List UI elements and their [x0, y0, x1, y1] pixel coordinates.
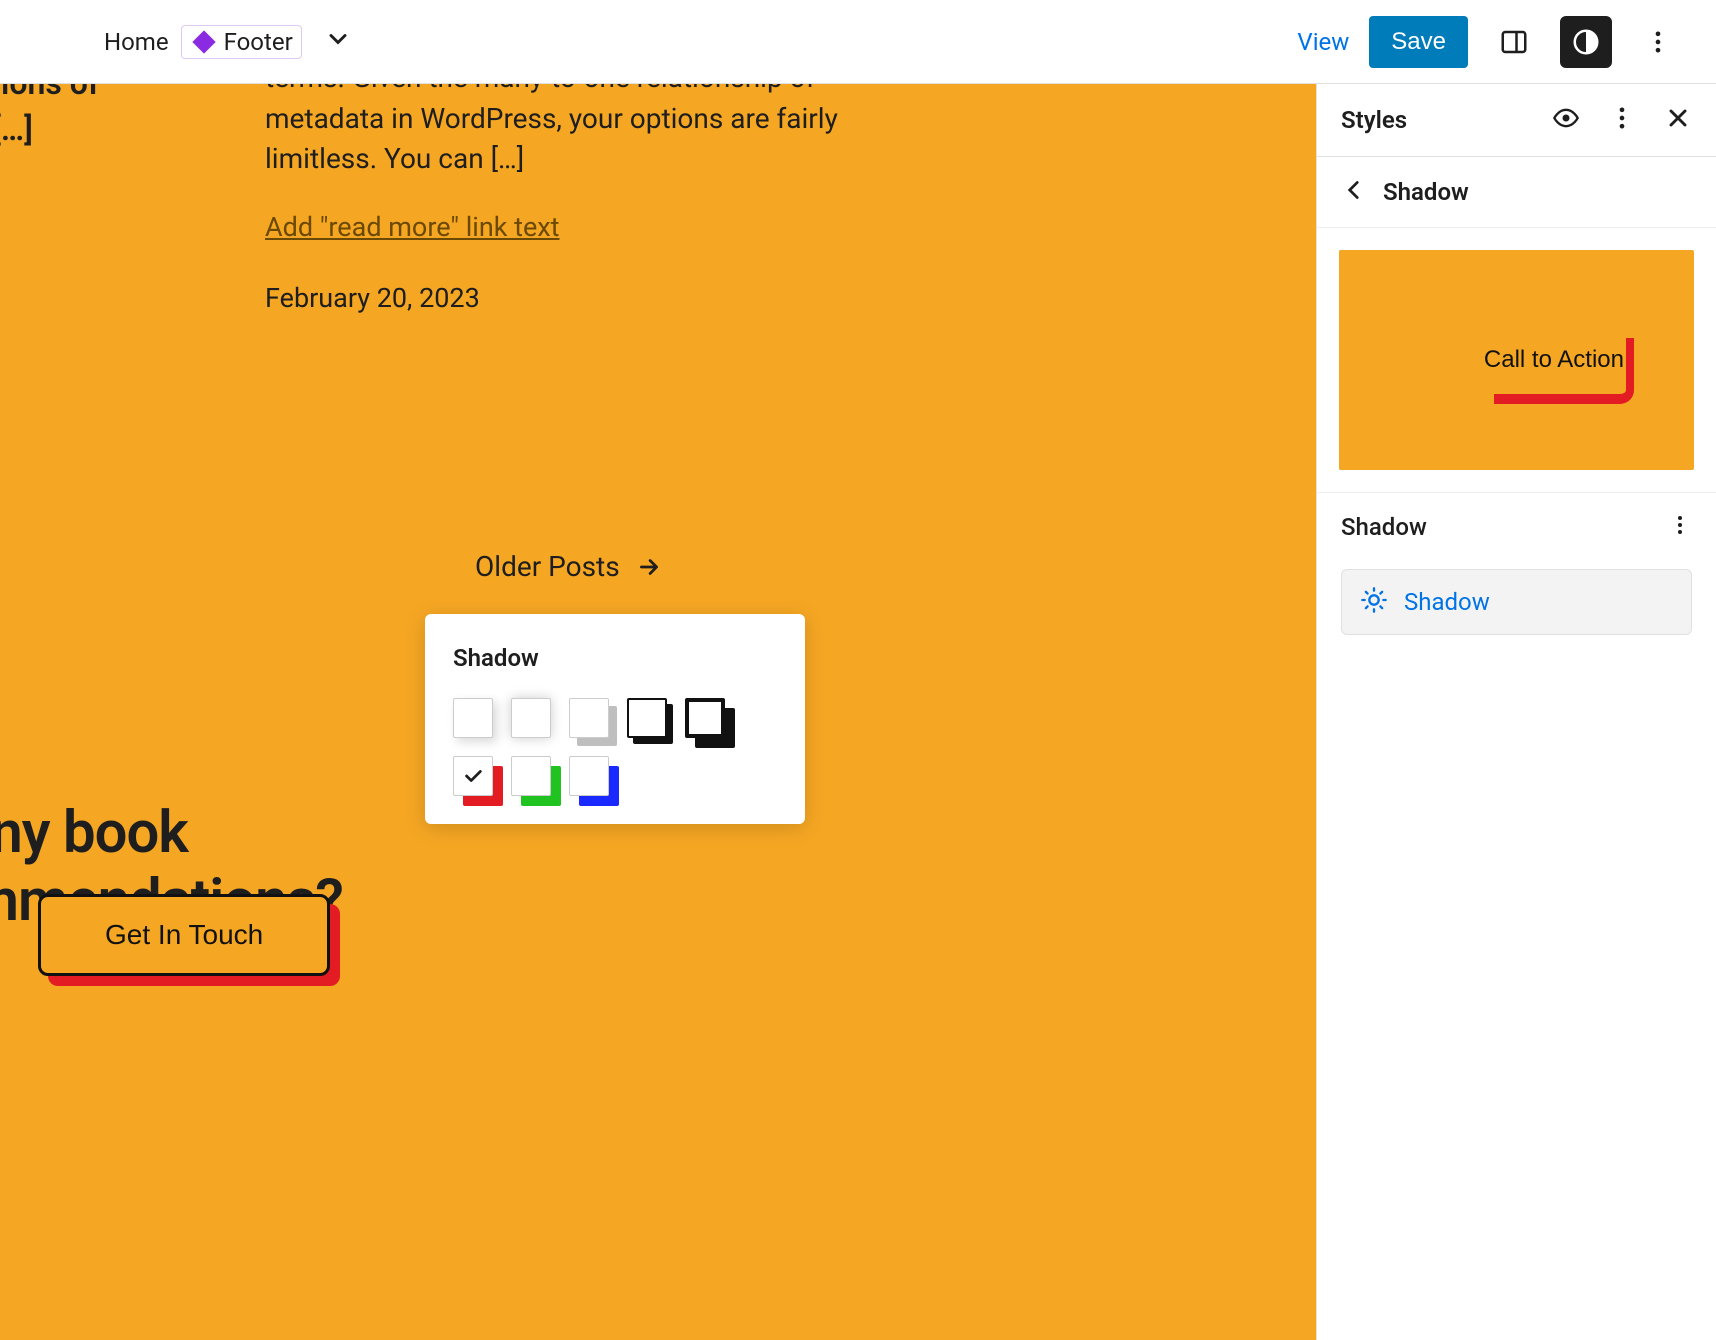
template-part-icon	[190, 28, 218, 56]
view-link[interactable]: View	[1297, 28, 1349, 56]
top-bar: Home Footer View Save	[0, 0, 1716, 84]
check-icon	[462, 765, 484, 787]
breadcrumb: Home Footer	[104, 25, 352, 59]
eye-icon[interactable]	[1552, 104, 1580, 136]
sun-icon	[1360, 586, 1388, 618]
sidebar-title: Styles	[1341, 106, 1407, 134]
styles-panel-button[interactable]	[1560, 16, 1612, 68]
breadcrumb-dropdown[interactable]	[324, 25, 352, 59]
shadow-control-label: Shadow	[1404, 588, 1490, 616]
popover-title: Shadow	[453, 644, 777, 672]
sidebar-header: Styles	[1317, 84, 1716, 157]
older-posts-label: Older Posts	[475, 550, 620, 583]
post-date: February 20, 2023	[265, 279, 845, 318]
shadow-swatch[interactable]	[569, 756, 609, 796]
shadow-swatch[interactable]	[511, 698, 551, 738]
topbar-actions: View Save	[1297, 16, 1684, 68]
sidebar-toggle-button[interactable]	[1488, 16, 1540, 68]
breadcrumb-home[interactable]: Home	[104, 28, 169, 56]
section-more-icon[interactable]	[1668, 513, 1692, 541]
shadow-picker-popover: Shadow	[425, 614, 805, 824]
shadow-swatch[interactable]	[627, 698, 667, 738]
shadow-decoration	[1494, 338, 1634, 404]
styles-sidebar: Styles Shadow	[1316, 84, 1716, 1340]
shadow-swatch-grid	[453, 698, 777, 796]
shadow-swatch[interactable]	[453, 698, 493, 738]
post-excerpt: terms. Given the many-to-one relationshi…	[265, 84, 845, 180]
shadow-control-button[interactable]: Shadow	[1341, 569, 1692, 635]
close-icon[interactable]	[1664, 104, 1692, 136]
get-in-touch-button[interactable]: Get In Touch	[38, 894, 330, 976]
shadow-swatch-selected[interactable]	[453, 756, 493, 796]
shadow-swatch[interactable]	[511, 756, 551, 796]
sidebar-nav: Shadow	[1317, 157, 1716, 228]
read-more-link[interactable]: Add "read more" link text	[265, 208, 845, 247]
shadow-section-label: Shadow	[1341, 513, 1427, 541]
back-icon[interactable]	[1341, 177, 1367, 207]
breadcrumb-template-part[interactable]: Footer	[181, 25, 302, 59]
style-preview: Call to Action	[1339, 250, 1694, 470]
shadow-swatch[interactable]	[569, 698, 609, 738]
shadow-section: Shadow	[1317, 492, 1716, 551]
save-button[interactable]: Save	[1369, 16, 1468, 68]
shadow-swatch[interactable]	[685, 698, 725, 738]
sidebar-nav-label: Shadow	[1383, 178, 1469, 206]
editor-canvas[interactable]: versions of uld […] terms. Given the man…	[0, 84, 1316, 1340]
more-icon[interactable]	[1608, 104, 1636, 136]
options-menu-button[interactable]	[1632, 16, 1684, 68]
older-posts-link[interactable]: Older Posts	[475, 550, 662, 583]
breadcrumb-footer-label: Footer	[224, 28, 293, 56]
arrow-right-icon	[636, 554, 662, 580]
